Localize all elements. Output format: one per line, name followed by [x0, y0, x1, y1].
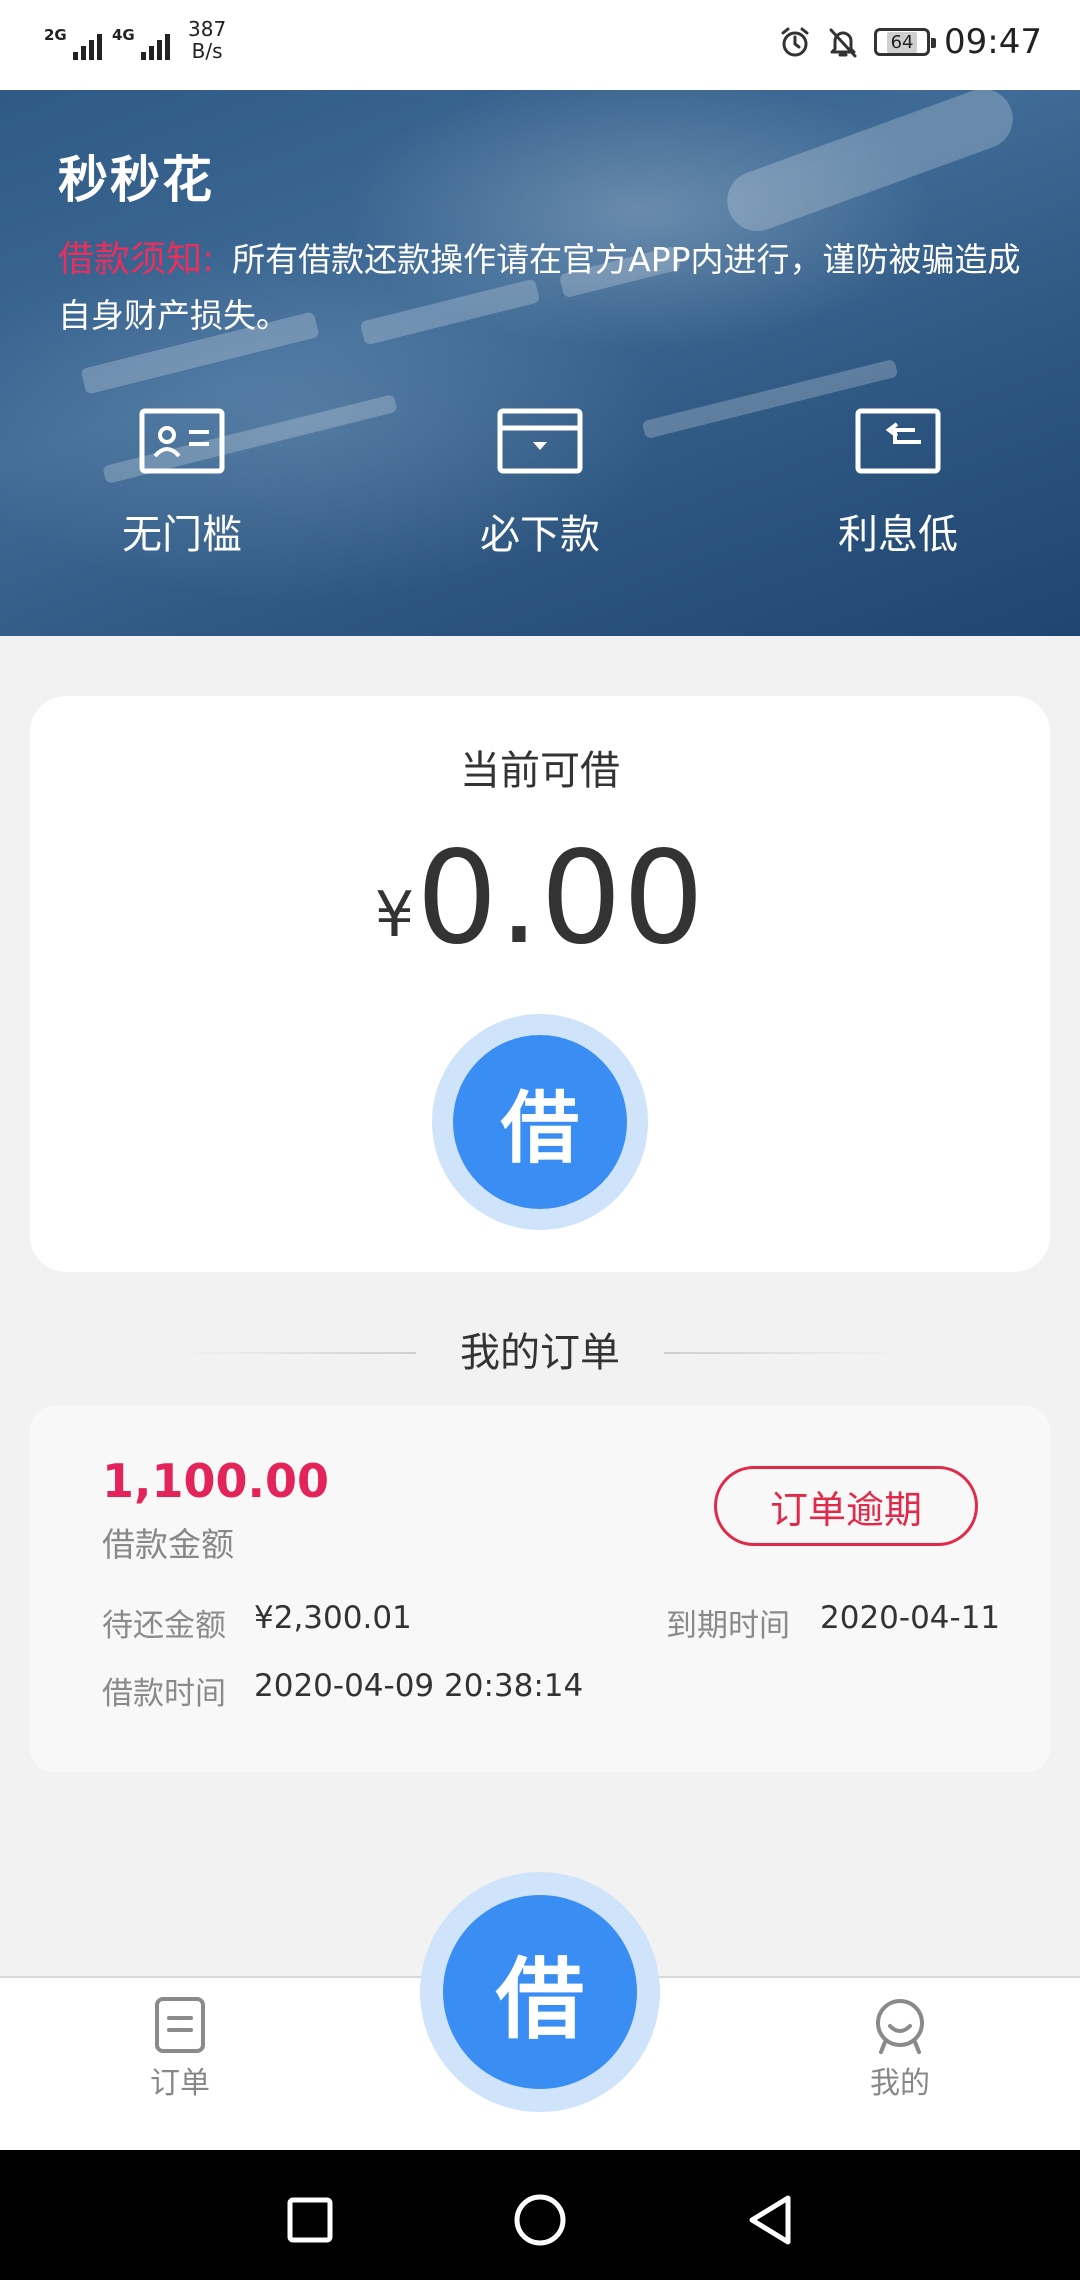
- back-triangle-icon: [749, 2195, 791, 2245]
- status-bar: 2G 4G 387 B/s 64 09:47: [0, 0, 1080, 90]
- my-orders-header: 我的订单: [0, 1320, 1080, 1380]
- order-card[interactable]: 1,100.00 借款金额 订单逾期 待还金额 ¥2,300.01 到期时间 2…: [30, 1406, 1050, 1772]
- recent-apps-button[interactable]: [270, 2180, 350, 2260]
- due-date-label: 到期时间: [666, 1608, 790, 1644]
- wallet-icon: [497, 408, 583, 474]
- tab-mine[interactable]: 我的: [820, 1996, 980, 2102]
- loan-notice: 借款须知: 所有借款还款操作请在官方APP内进行，谨防被骗造成自身财产损失。: [58, 232, 1028, 344]
- network-speed-unit: B/s: [191, 39, 223, 63]
- borrow-button[interactable]: 借: [432, 1014, 648, 1230]
- borrow-time-value: 2020-04-09 20:38:14: [254, 1668, 584, 1704]
- back-button[interactable]: [730, 2180, 810, 2260]
- tab-label: 订单: [150, 2066, 210, 2101]
- battery-level: 64: [886, 31, 918, 53]
- divider-right: [664, 1352, 900, 1354]
- signal-2g-icon: 2G: [44, 18, 102, 62]
- center-borrow-button[interactable]: 借: [420, 1872, 660, 2112]
- available-credit-amount: ¥0.00: [30, 824, 1050, 973]
- signal-4g-icon: 4G: [112, 18, 170, 62]
- feature-low-interest: 利息低: [788, 408, 1008, 560]
- feature-guaranteed-loan: 必下款: [430, 408, 650, 560]
- tab-label: 我的: [870, 2066, 930, 2101]
- signal-label: 2G: [44, 26, 67, 44]
- currency-symbol: ¥: [374, 878, 415, 951]
- loan-amount: 1,100.00: [102, 1454, 329, 1508]
- return-card-icon: [855, 408, 941, 474]
- app-title: 秒秒花: [58, 151, 214, 209]
- center-borrow-label: 借: [443, 1895, 637, 2089]
- feature-no-threshold: 无门槛: [72, 408, 292, 560]
- alarm-icon: [781, 27, 809, 57]
- id-card-icon: [139, 408, 225, 474]
- order-status-badge: 订单逾期: [714, 1466, 978, 1546]
- feature-label: 必下款: [480, 512, 600, 558]
- repay-amount-label: 待还金额: [102, 1608, 226, 1644]
- battery-icon: 64: [874, 28, 937, 56]
- tab-orders[interactable]: 订单: [100, 1996, 260, 2102]
- user-icon: [876, 1999, 924, 2054]
- document-icon: [155, 1997, 205, 2053]
- feature-label: 利息低: [838, 512, 958, 558]
- borrow-button-label: 借: [453, 1035, 627, 1209]
- header-banner: 秒秒花 借款须知: 所有借款还款操作请在官方APP内进行，谨防被骗造成自身财产损失…: [0, 90, 1080, 636]
- network-speed: 387 B/s: [188, 18, 226, 62]
- available-credit-label: 当前可借: [460, 748, 620, 794]
- circle-icon: [514, 2194, 566, 2246]
- borrow-time-label: 借款时间: [102, 1676, 226, 1712]
- clock: 09:47: [944, 22, 1042, 62]
- available-credit-card: 当前可借 ¥0.00 借: [30, 696, 1050, 1272]
- square-icon: [287, 2197, 333, 2243]
- system-navigation-bar: [0, 2150, 1080, 2280]
- section-title: 我的订单: [460, 1330, 620, 1376]
- notice-label: 借款须知:: [58, 239, 215, 280]
- network-speed-value: 387: [188, 17, 227, 41]
- credit-value: 0.00: [416, 824, 706, 973]
- signal-label: 4G: [112, 26, 135, 44]
- feature-list: 无门槛 必下款 利息低: [0, 408, 1080, 588]
- loan-amount-label: 借款金额: [102, 1525, 234, 1564]
- feature-label: 无门槛: [122, 512, 242, 558]
- mute-bell-icon: [829, 28, 857, 58]
- home-button[interactable]: [500, 2180, 580, 2260]
- repay-amount-value: ¥2,300.01: [254, 1600, 412, 1636]
- status-bar-right: 64 09:47: [778, 22, 1042, 62]
- due-date-value: 2020-04-11: [820, 1600, 1001, 1636]
- status-bar-left: 2G 4G 387 B/s: [44, 18, 226, 62]
